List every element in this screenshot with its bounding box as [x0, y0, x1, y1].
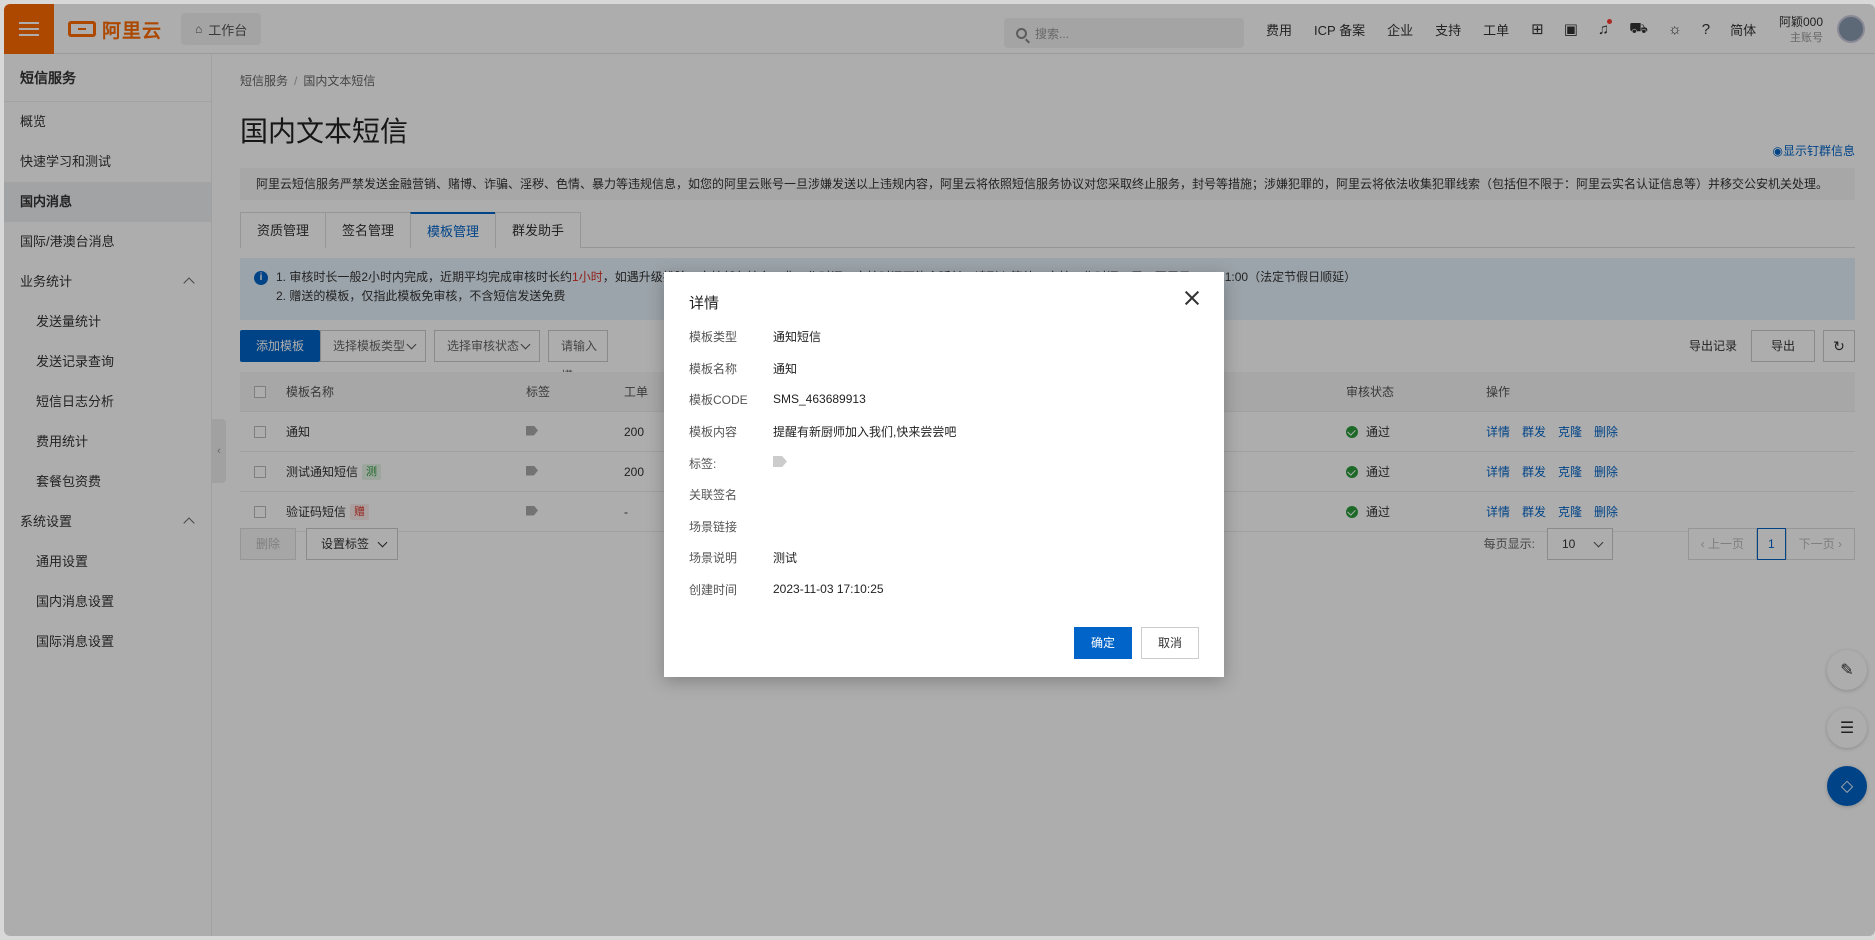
- dialog-field: 场景说明 测试: [689, 547, 797, 567]
- app-window: 阿里云 ⌂ 工作台 搜索... 费用 ICP 备案 企业 支持 工单 ⊞ ▣ ♫ …: [4, 4, 1875, 936]
- dialog-field: 模板CODE SMS_463689913: [689, 389, 866, 409]
- field-value: SMS_463689913: [773, 392, 866, 406]
- field-label: 模板名称: [689, 361, 738, 376]
- field-value: 通知短信: [773, 329, 822, 344]
- field-label: 创建时间: [689, 582, 738, 597]
- dialog-field: 场景链接: [689, 516, 773, 536]
- field-label: 场景链接: [689, 519, 738, 534]
- dialog-field: 模板内容 提醒有新厨师加入我们,快来尝尝吧: [689, 421, 956, 441]
- dialog-field: 关联签名: [689, 484, 773, 504]
- detail-dialog: 详情 模板类型 通知短信 模板名称 通知 模板CODE SMS_463689913 模…: [664, 272, 1224, 677]
- field-label: 模板CODE: [689, 392, 748, 407]
- dialog-title: 详情: [689, 295, 720, 312]
- dialog-field: 创建时间 2023-11-03 17:10:25: [689, 579, 884, 599]
- cancel-button[interactable]: 取消: [1141, 627, 1199, 659]
- dialog-field: 模板类型 通知短信: [689, 326, 821, 346]
- field-label: 模板类型: [689, 329, 738, 344]
- field-value: 通知: [773, 361, 798, 376]
- confirm-button[interactable]: 确定: [1074, 627, 1132, 659]
- field-value: 2023-11-03 17:10:25: [773, 582, 884, 596]
- field-value: 测试: [773, 550, 798, 565]
- field-value: 提醒有新厨师加入我们,快来尝尝吧: [773, 424, 957, 439]
- field-label: 关联签名: [689, 487, 738, 502]
- field-label: 标签:: [689, 456, 717, 471]
- dialog-field: 标签:: [689, 453, 787, 473]
- tag-icon: [773, 456, 787, 467]
- field-label: 模板内容: [689, 424, 738, 439]
- dialog-field: 模板名称 通知: [689, 358, 797, 378]
- close-icon[interactable]: [1182, 288, 1202, 308]
- field-label: 场景说明: [689, 550, 738, 565]
- field-value: [773, 456, 787, 470]
